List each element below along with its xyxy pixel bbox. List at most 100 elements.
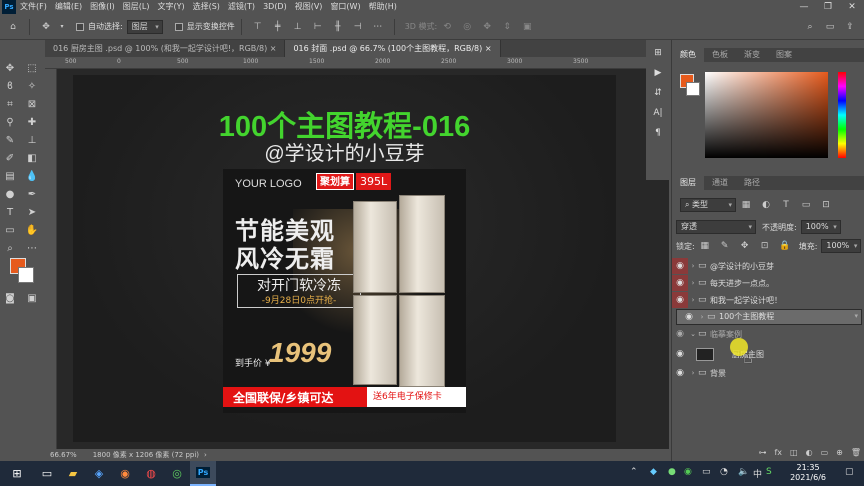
restore-icon[interactable]: ❐ <box>816 0 840 14</box>
search-icon[interactable]: ⌕ <box>803 20 817 34</box>
photoshop-taskbar-button[interactable]: Ps <box>190 461 216 486</box>
show-transform-checkbox[interactable] <box>174 22 183 31</box>
chrome-icon[interactable]: ◎ <box>164 461 190 486</box>
tab-kitchen-psd[interactable]: 016 厨房主图 .psd @ 100% (和我一起学设计吧!，RGB/8) × <box>45 40 286 57</box>
filter-type-icon[interactable]: T <box>779 198 793 212</box>
history-icon[interactable]: ⊞ <box>651 46 665 60</box>
chevron-right-icon[interactable]: › <box>688 262 698 270</box>
task-view-icon[interactable]: ▭ <box>34 461 60 486</box>
lasso-tool-icon[interactable]: ϐ <box>2 78 18 94</box>
filter-adjust-icon[interactable]: ◐ <box>759 198 773 212</box>
close-icon[interactable]: × <box>270 44 277 53</box>
input-lang[interactable]: 中 <box>753 467 762 480</box>
character-icon[interactable]: A| <box>651 106 665 120</box>
brush-tool-icon[interactable]: ✎ <box>2 132 18 148</box>
tray-app-icon[interactable]: ◆ <box>650 467 657 477</box>
background-color-swatch[interactable] <box>18 267 34 283</box>
eye-icon[interactable]: ◉ <box>681 309 697 325</box>
trash-icon[interactable]: 🗑 <box>851 448 861 457</box>
menu-file[interactable]: 文件(F) <box>16 0 51 14</box>
link-icon[interactable]: ⊶ <box>758 448 766 457</box>
tab-patterns[interactable]: 图案 <box>768 48 800 62</box>
hue-slider[interactable] <box>838 72 846 158</box>
play-icon[interactable]: ▶ <box>651 66 665 80</box>
quick-mask-icon[interactable]: ◙ <box>2 290 18 306</box>
align-right-icon[interactable]: ⊣ <box>351 20 365 34</box>
eye-icon[interactable]: ◉ <box>672 326 688 342</box>
dodge-tool-icon[interactable]: ● <box>2 186 18 202</box>
lock-transparent-icon[interactable]: ▦ <box>698 239 712 253</box>
layer-row-selected[interactable]: ◉ › ▭ 100个主图教程 <box>676 309 862 325</box>
lock-artboard-icon[interactable]: ⊡ <box>758 239 772 253</box>
menu-type[interactable]: 文字(Y) <box>153 0 188 14</box>
network-icon[interactable]: ▭ <box>702 467 711 477</box>
3d-roll-icon[interactable]: ◎ <box>460 20 474 34</box>
stamp-tool-icon[interactable]: ⊥ <box>24 132 40 148</box>
tray-chat-icon[interactable]: ● <box>668 467 676 477</box>
tab-channels[interactable]: 通道 <box>704 176 736 190</box>
more-icon[interactable]: ⋯ <box>371 20 385 34</box>
eye-icon[interactable]: ◉ <box>672 275 688 291</box>
auto-select-checkbox[interactable] <box>76 22 84 31</box>
zoom-level[interactable]: 66.67% <box>50 451 77 459</box>
menu-window[interactable]: 窗口(W) <box>326 0 364 14</box>
explorer-icon[interactable]: ▰ <box>60 461 86 486</box>
eye-icon[interactable]: ◉ <box>672 346 688 362</box>
move-tool-icon[interactable]: ✥ <box>2 60 18 76</box>
3d-slide-icon[interactable]: ⇕ <box>500 20 514 34</box>
3d-scale-icon[interactable]: ▣ <box>520 20 534 34</box>
fill-input[interactable]: 100% <box>821 239 862 253</box>
history-brush-icon[interactable]: ✐ <box>2 150 18 166</box>
fx-icon[interactable]: fx <box>774 448 782 457</box>
healing-brush-icon[interactable]: ✚ <box>24 114 40 130</box>
document-canvas[interactable]: 100个主图教程-016 @学设计的小豆芽 YOUR LOGO 聚划算 395L… <box>73 75 616 442</box>
new-group-icon[interactable]: ▭ <box>821 448 829 457</box>
layer-row[interactable]: ◉ 厨房主图 <box>672 344 858 364</box>
tab-color[interactable]: 颜色 <box>672 48 704 62</box>
tab-paths[interactable]: 路径 <box>736 176 768 190</box>
media-icon[interactable]: ◍ <box>138 461 164 486</box>
more-tools-icon[interactable]: ⋯ <box>24 240 40 256</box>
notification-icon[interactable]: ▢ <box>845 467 854 477</box>
chevron-right-icon[interactable]: › <box>204 451 207 459</box>
blur-tool-icon[interactable]: 💧 <box>24 168 40 184</box>
close-icon[interactable]: ✕ <box>840 0 864 14</box>
align-bottom-icon[interactable]: ⊥ <box>291 20 305 34</box>
eye-icon[interactable]: ◉ <box>672 365 688 381</box>
menu-select[interactable]: 选择(S) <box>189 0 224 14</box>
align-middle-icon[interactable]: ╪ <box>271 20 285 34</box>
layer-filter-dropdown[interactable]: ⌕ 类型 <box>680 198 736 212</box>
chevron-down-icon[interactable]: ⌄ <box>688 330 698 338</box>
gradient-tool-icon[interactable]: ▤ <box>2 168 18 184</box>
adjust-icon[interactable]: ⇵ <box>651 86 665 100</box>
eyedropper-icon[interactable]: ⚲ <box>2 114 18 130</box>
chevron-down-icon[interactable]: ▾ <box>59 20 65 34</box>
layer-row[interactable]: ◉ › ▭ 和我一起学设计吧！ <box>672 292 858 308</box>
eye-icon[interactable]: ◉ <box>672 292 688 308</box>
ime-icon[interactable]: S <box>766 467 772 477</box>
3d-pan-icon[interactable]: ✥ <box>480 20 494 34</box>
mask-icon[interactable]: ◫ <box>790 448 798 457</box>
workspace-icon[interactable]: ▭ <box>823 20 837 34</box>
eraser-tool-icon[interactable]: ◧ <box>24 150 40 166</box>
close-icon[interactable]: × <box>485 44 492 53</box>
magic-wand-icon[interactable]: ✧ <box>24 78 40 94</box>
tray-green-icon[interactable]: ◉ <box>684 467 692 477</box>
rectangle-tool-icon[interactable]: ▭ <box>2 222 18 238</box>
hand-tool-icon[interactable]: ✋ <box>24 222 40 238</box>
tab-gradients[interactable]: 渐变 <box>736 48 768 62</box>
tab-cover-psd[interactable]: 016 封面 .psd @ 66.7% (100个主图教程，RGB/8) × <box>285 40 501 57</box>
type-tool-icon[interactable]: T <box>2 204 18 220</box>
move-tool-icon[interactable]: ✥ <box>39 20 53 34</box>
chevron-right-icon[interactable]: › <box>688 296 698 304</box>
screen-mode-icon[interactable]: ▣ <box>24 290 40 306</box>
blend-mode-dropdown[interactable]: 穿透 <box>676 220 756 234</box>
home-icon[interactable]: ⌂ <box>6 20 20 34</box>
path-select-icon[interactable]: ➤ <box>24 204 40 220</box>
minimize-icon[interactable]: — <box>792 0 816 14</box>
tab-layers[interactable]: 图层 <box>672 176 704 190</box>
filter-shape-icon[interactable]: ▭ <box>799 198 813 212</box>
panel-background-swatch[interactable] <box>686 82 700 96</box>
lock-paint-icon[interactable]: ✎ <box>718 239 732 253</box>
lock-icon[interactable]: 🔒 <box>778 239 792 253</box>
